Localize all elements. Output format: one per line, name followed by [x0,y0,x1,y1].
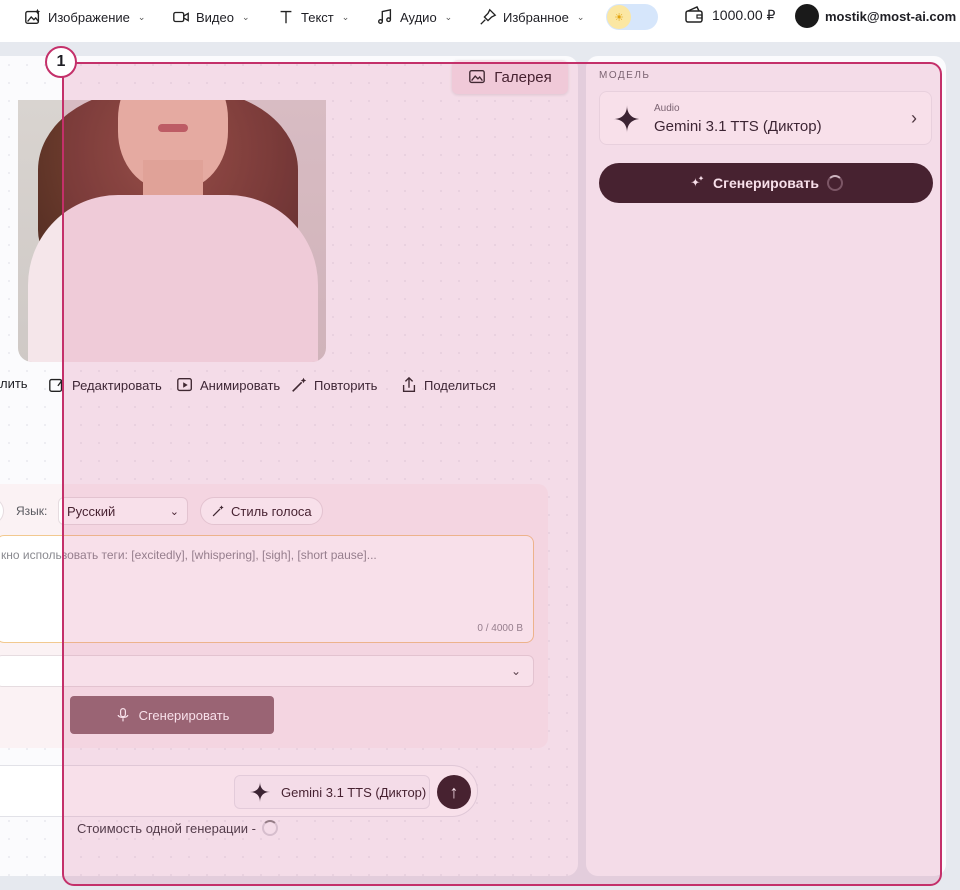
balance[interactable]: 1000.00 ₽ [684,5,775,25]
nav-audio-label: Аудио [400,9,437,25]
language-label: Язык: [16,504,48,518]
chevron-down-icon: ⌄ [444,11,453,22]
delete-label: лить [0,376,28,391]
nav-favorites[interactable]: Избранное ⌄ [479,0,584,34]
nav-audio[interactable]: Аудио ⌄ [376,0,452,34]
wallet-icon [685,6,703,23]
user-menu[interactable]: mostik@most-ai.com [795,4,956,28]
nav-image-label: Изображение [48,9,130,25]
sun-icon: ☀ [607,5,631,29]
nav-video-label: Видео [196,9,234,25]
theme-toggle[interactable]: ☀ [606,4,658,30]
balance-value: 1000.00 ₽ [712,6,776,23]
chevron-down-icon: ⌄ [241,11,250,22]
avatar [795,4,819,28]
highlight-overlay [62,62,942,886]
nav-text-label: Текст [301,9,334,25]
chevron-down-icon: ⌄ [576,11,585,22]
nav-text[interactable]: Текст ⌄ [277,0,349,34]
chevron-down-icon: ⌄ [341,11,350,22]
pin-icon [480,8,497,25]
music-note-icon [378,8,392,24]
image-sparkle-icon [25,8,41,24]
overlay-badge: 1 [45,46,77,78]
voice-selector[interactable] [0,497,4,525]
video-icon [173,11,189,23]
chevron-down-icon: ⌄ [137,11,146,22]
nav-video[interactable]: Видео ⌄ [172,0,250,34]
top-navbar: Изображение ⌄ Видео ⌄ Текст ⌄ Аудио ⌄ Избран… [0,0,960,42]
nav-favorites-label: Избранное [503,9,569,25]
user-email: mostik@most-ai.com [825,8,957,24]
text-icon [280,10,292,24]
nav-image[interactable]: Изображение ⌄ [24,0,145,34]
delete-button[interactable]: лить [0,376,28,391]
